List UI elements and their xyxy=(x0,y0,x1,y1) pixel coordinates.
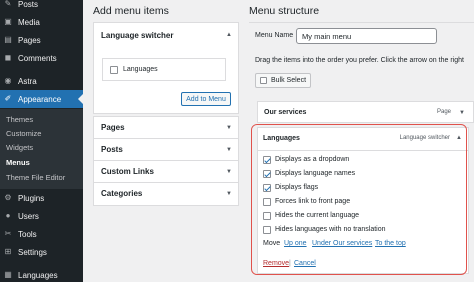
languages-icon: ▦ xyxy=(4,270,12,279)
sidebar-item-pages[interactable]: ▤ Pages xyxy=(0,31,83,49)
menu-item-our-services[interactable]: Our services Page ▼ xyxy=(257,101,474,123)
section-pages-title: Pages xyxy=(101,123,125,132)
section-posts[interactable]: Posts ▼ xyxy=(94,139,238,161)
appearance-submenu: Themes Customize Widgets Menus Theme Fil… xyxy=(0,109,83,189)
sidebar-item-settings[interactable]: ⊞ Settings xyxy=(0,243,83,261)
section-posts-title: Posts xyxy=(101,145,123,154)
sidebar-item-label: Plugins xyxy=(18,193,45,203)
submenu-item-themes[interactable]: Themes xyxy=(6,115,33,124)
astra-icon: ◉ xyxy=(4,76,12,85)
sidebar-item-label: Posts xyxy=(18,0,39,9)
sidebar-item-label: Media xyxy=(18,17,40,27)
sidebar-item-media[interactable]: ▣ Media xyxy=(0,13,83,31)
active-indicator xyxy=(78,94,83,104)
chevron-down-icon: ▼ xyxy=(226,147,232,153)
bulk-select-checkbox[interactable] xyxy=(260,77,267,84)
divider xyxy=(249,22,474,23)
drag-instructions: Drag the items into the order you prefer… xyxy=(255,57,464,64)
chevron-down-icon: ▼ xyxy=(226,125,232,131)
highlight-outline xyxy=(251,124,467,275)
menu-name-label: Menu Name xyxy=(255,32,294,39)
section-categories-title: Categories xyxy=(101,189,143,198)
sidebar-item-label: Tools xyxy=(18,229,37,239)
section-pages[interactable]: Pages ▼ xyxy=(94,117,238,139)
menu-item-type: Page xyxy=(436,109,451,115)
user-icon: ● xyxy=(5,211,11,220)
sidebar-item-label: Comments xyxy=(18,53,57,63)
page-icon: ▤ xyxy=(4,35,12,44)
chevron-up-icon[interactable]: ▲ xyxy=(226,32,232,38)
sidebar-item-label: Languages xyxy=(18,270,58,280)
chevron-down-icon: ▼ xyxy=(226,169,232,175)
comment-icon: ◼ xyxy=(4,53,12,62)
sidebar-item-astra[interactable]: ◉ Astra xyxy=(0,72,83,90)
sidebar-item-plugins[interactable]: ⚙ Plugins xyxy=(0,189,83,207)
chevron-down-icon: ▼ xyxy=(226,191,232,197)
plugin-icon: ⚙ xyxy=(4,193,12,202)
add-menu-items-heading: Add menu items xyxy=(93,5,169,17)
languages-checkbox[interactable] xyxy=(110,66,118,74)
section-custom-links-title: Custom Links xyxy=(101,167,154,176)
menu-name-input[interactable]: My main menu xyxy=(296,28,437,44)
language-switcher-panel: Language switcher ▲ Languages Add to Men… xyxy=(93,22,239,114)
language-switcher-title[interactable]: Language switcher xyxy=(101,31,173,40)
submenu-item-customize[interactable]: Customize xyxy=(6,129,41,138)
settings-icon: ⊞ xyxy=(4,247,12,256)
bulk-select-label: Bulk Select xyxy=(271,77,307,84)
chevron-down-icon[interactable]: ▼ xyxy=(459,110,465,116)
submenu-item-theme-file-editor[interactable]: Theme File Editor xyxy=(6,173,65,182)
section-custom-links[interactable]: Custom Links ▼ xyxy=(94,161,238,183)
bulk-select-button[interactable]: Bulk Select xyxy=(255,73,312,88)
sidebar-item-tools[interactable]: ✂ Tools xyxy=(0,225,83,243)
sidebar-item-appearance[interactable]: ✐ Appearance xyxy=(0,90,83,108)
sidebar-item-label: Appearance xyxy=(18,94,62,104)
section-categories[interactable]: Categories ▼ xyxy=(94,183,238,205)
submenu-item-widgets[interactable]: Widgets xyxy=(6,143,33,152)
brush-icon: ✐ xyxy=(4,94,12,103)
submenu-item-menus[interactable]: Menus xyxy=(6,158,30,167)
wrench-icon: ✂ xyxy=(4,229,12,238)
menu-structure-column: Menu structure Menu Name My main menu Dr… xyxy=(249,0,474,282)
sidebar-item-users[interactable]: ● Users xyxy=(0,207,83,225)
sidebar-item-comments[interactable]: ◼ Comments xyxy=(0,49,83,67)
other-sources-panel: Pages ▼ Posts ▼ Custom Links ▼ Categorie… xyxy=(93,116,239,206)
add-to-menu-button[interactable]: Add to Menu xyxy=(181,92,231,106)
menu-item-title: Our services xyxy=(264,109,307,116)
sidebar-item-label: Astra xyxy=(18,76,37,86)
language-options-box: Languages xyxy=(102,58,226,81)
sidebar-item-label: Pages xyxy=(18,35,41,45)
menu-structure-heading: Menu structure xyxy=(249,5,320,17)
admin-sidebar: ✎ Posts ▣ Media ▤ Pages ◼ Comments ◉ Ast… xyxy=(0,0,83,282)
sidebar-item-languages[interactable]: ▦ Languages xyxy=(0,266,83,282)
media-icon: ▣ xyxy=(4,17,12,26)
sidebar-item-label: Settings xyxy=(18,247,47,257)
sidebar-item-posts[interactable]: ✎ Posts xyxy=(0,0,83,13)
sidebar-item-label: Users xyxy=(18,211,39,221)
pin-icon: ✎ xyxy=(4,0,12,8)
languages-option-label: Languages xyxy=(123,66,158,73)
